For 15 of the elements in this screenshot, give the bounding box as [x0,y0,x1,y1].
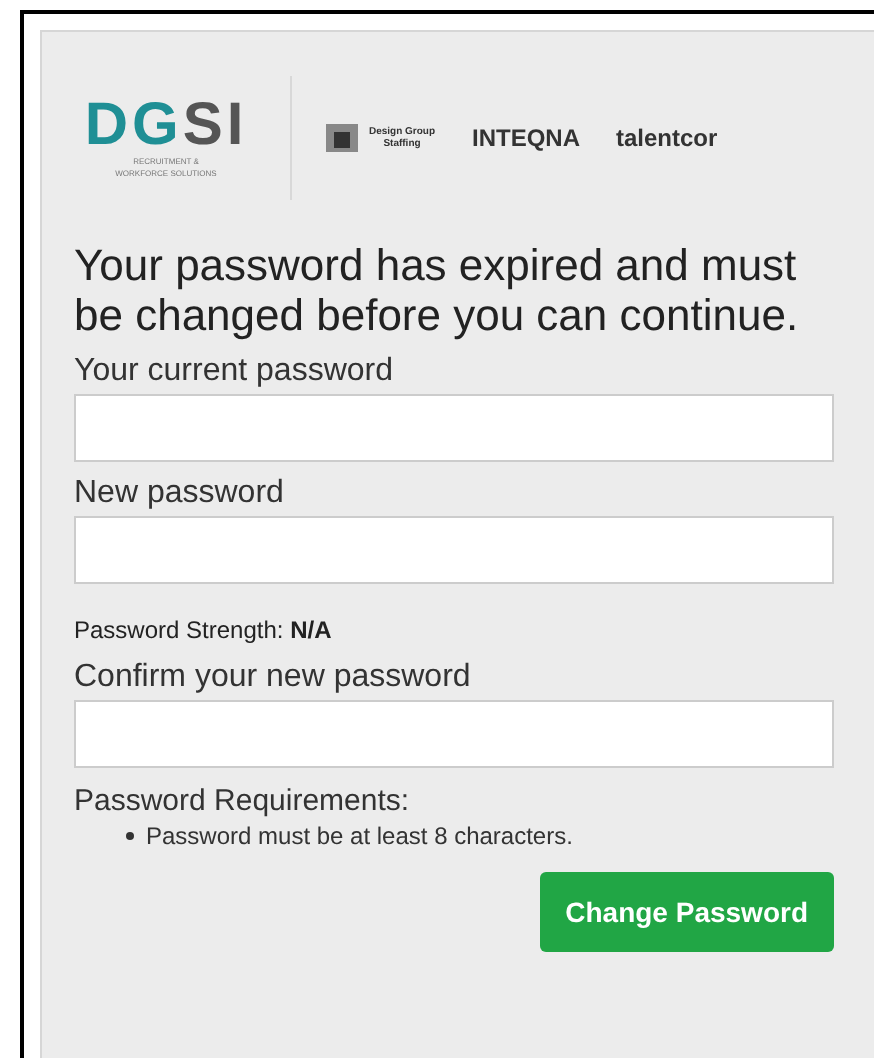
requirements-title: Password Requirements: [74,784,412,820]
password-field[interactable] [74,700,834,768]
page-heading: Your password has expired and must be changed before you can continue. [74,240,801,340]
change-password-button[interactable]: Change Password [539,872,834,952]
brand-logo: INTEQNA [472,122,580,156]
staffing-logo-icon [324,120,360,156]
brand-logo: talentcor [616,122,718,156]
field-label: Your current password [74,352,395,390]
password-field[interactable] [74,516,834,584]
field-label: New password [74,474,286,512]
password-field[interactable] [74,394,834,462]
password-strength: Password Strength: N/A [74,616,334,646]
bullet-icon [126,832,134,840]
requirement-text: Password must be at least 8 characters. [146,820,573,852]
field-label: Confirm your new password [74,658,473,696]
